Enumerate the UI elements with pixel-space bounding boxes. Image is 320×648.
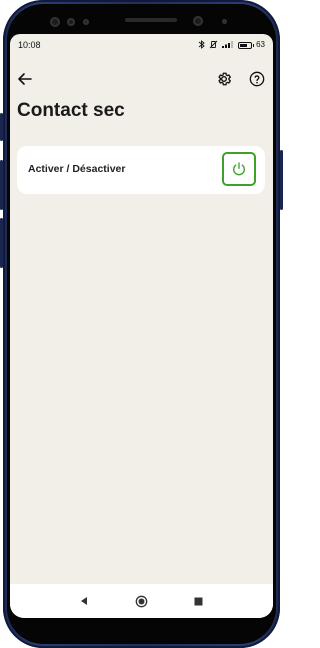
nav-back-icon — [81, 597, 87, 605]
toggle-label: Activer / Désactiver — [28, 163, 126, 175]
status-bar: 10:08 63 — [10, 34, 273, 56]
help-circle-icon — [249, 71, 265, 87]
nav-home-button[interactable] — [133, 593, 149, 609]
nav-recent-button[interactable] — [190, 593, 206, 609]
sensor-icon — [222, 19, 227, 24]
nav-back-button[interactable] — [76, 593, 92, 609]
battery-percent: 63 — [256, 40, 265, 49]
nav-recent-icon — [194, 597, 202, 605]
app-screen: 10:08 63 Contact sec Activer / Désactive… — [10, 34, 273, 618]
bluetooth-icon — [198, 39, 205, 51]
vibrate-off-icon — [209, 40, 218, 51]
settings-button[interactable] — [213, 68, 235, 90]
earpiece-speaker — [125, 18, 177, 22]
power-toggle-button[interactable] — [222, 152, 256, 186]
status-icons: 63 — [198, 39, 265, 51]
arrow-left-icon — [18, 73, 32, 85]
page-title: Contact sec — [17, 100, 125, 121]
device-mockup: 10:08 63 Contact sec Activer / Désactive… — [0, 0, 283, 648]
front-camera-icon — [50, 17, 60, 27]
power-side-button — [280, 150, 283, 210]
power-icon — [233, 162, 245, 176]
system-navigation-bar — [10, 584, 273, 618]
help-button[interactable] — [246, 68, 268, 90]
side-button — [0, 113, 3, 141]
sensor-icon — [67, 18, 75, 26]
status-time: 10:08 — [18, 40, 41, 50]
volume-down-button — [0, 218, 3, 268]
sensor-icon — [83, 19, 89, 25]
gear-icon — [218, 72, 231, 86]
volume-up-button — [0, 160, 3, 210]
back-button[interactable] — [14, 68, 36, 90]
toggle-card: Activer / Désactiver — [17, 146, 265, 194]
signal-icon — [222, 40, 234, 50]
selfie-camera-icon — [193, 16, 203, 26]
app-bar — [10, 64, 273, 94]
nav-home-icon — [135, 595, 147, 607]
battery-icon — [238, 41, 255, 49]
